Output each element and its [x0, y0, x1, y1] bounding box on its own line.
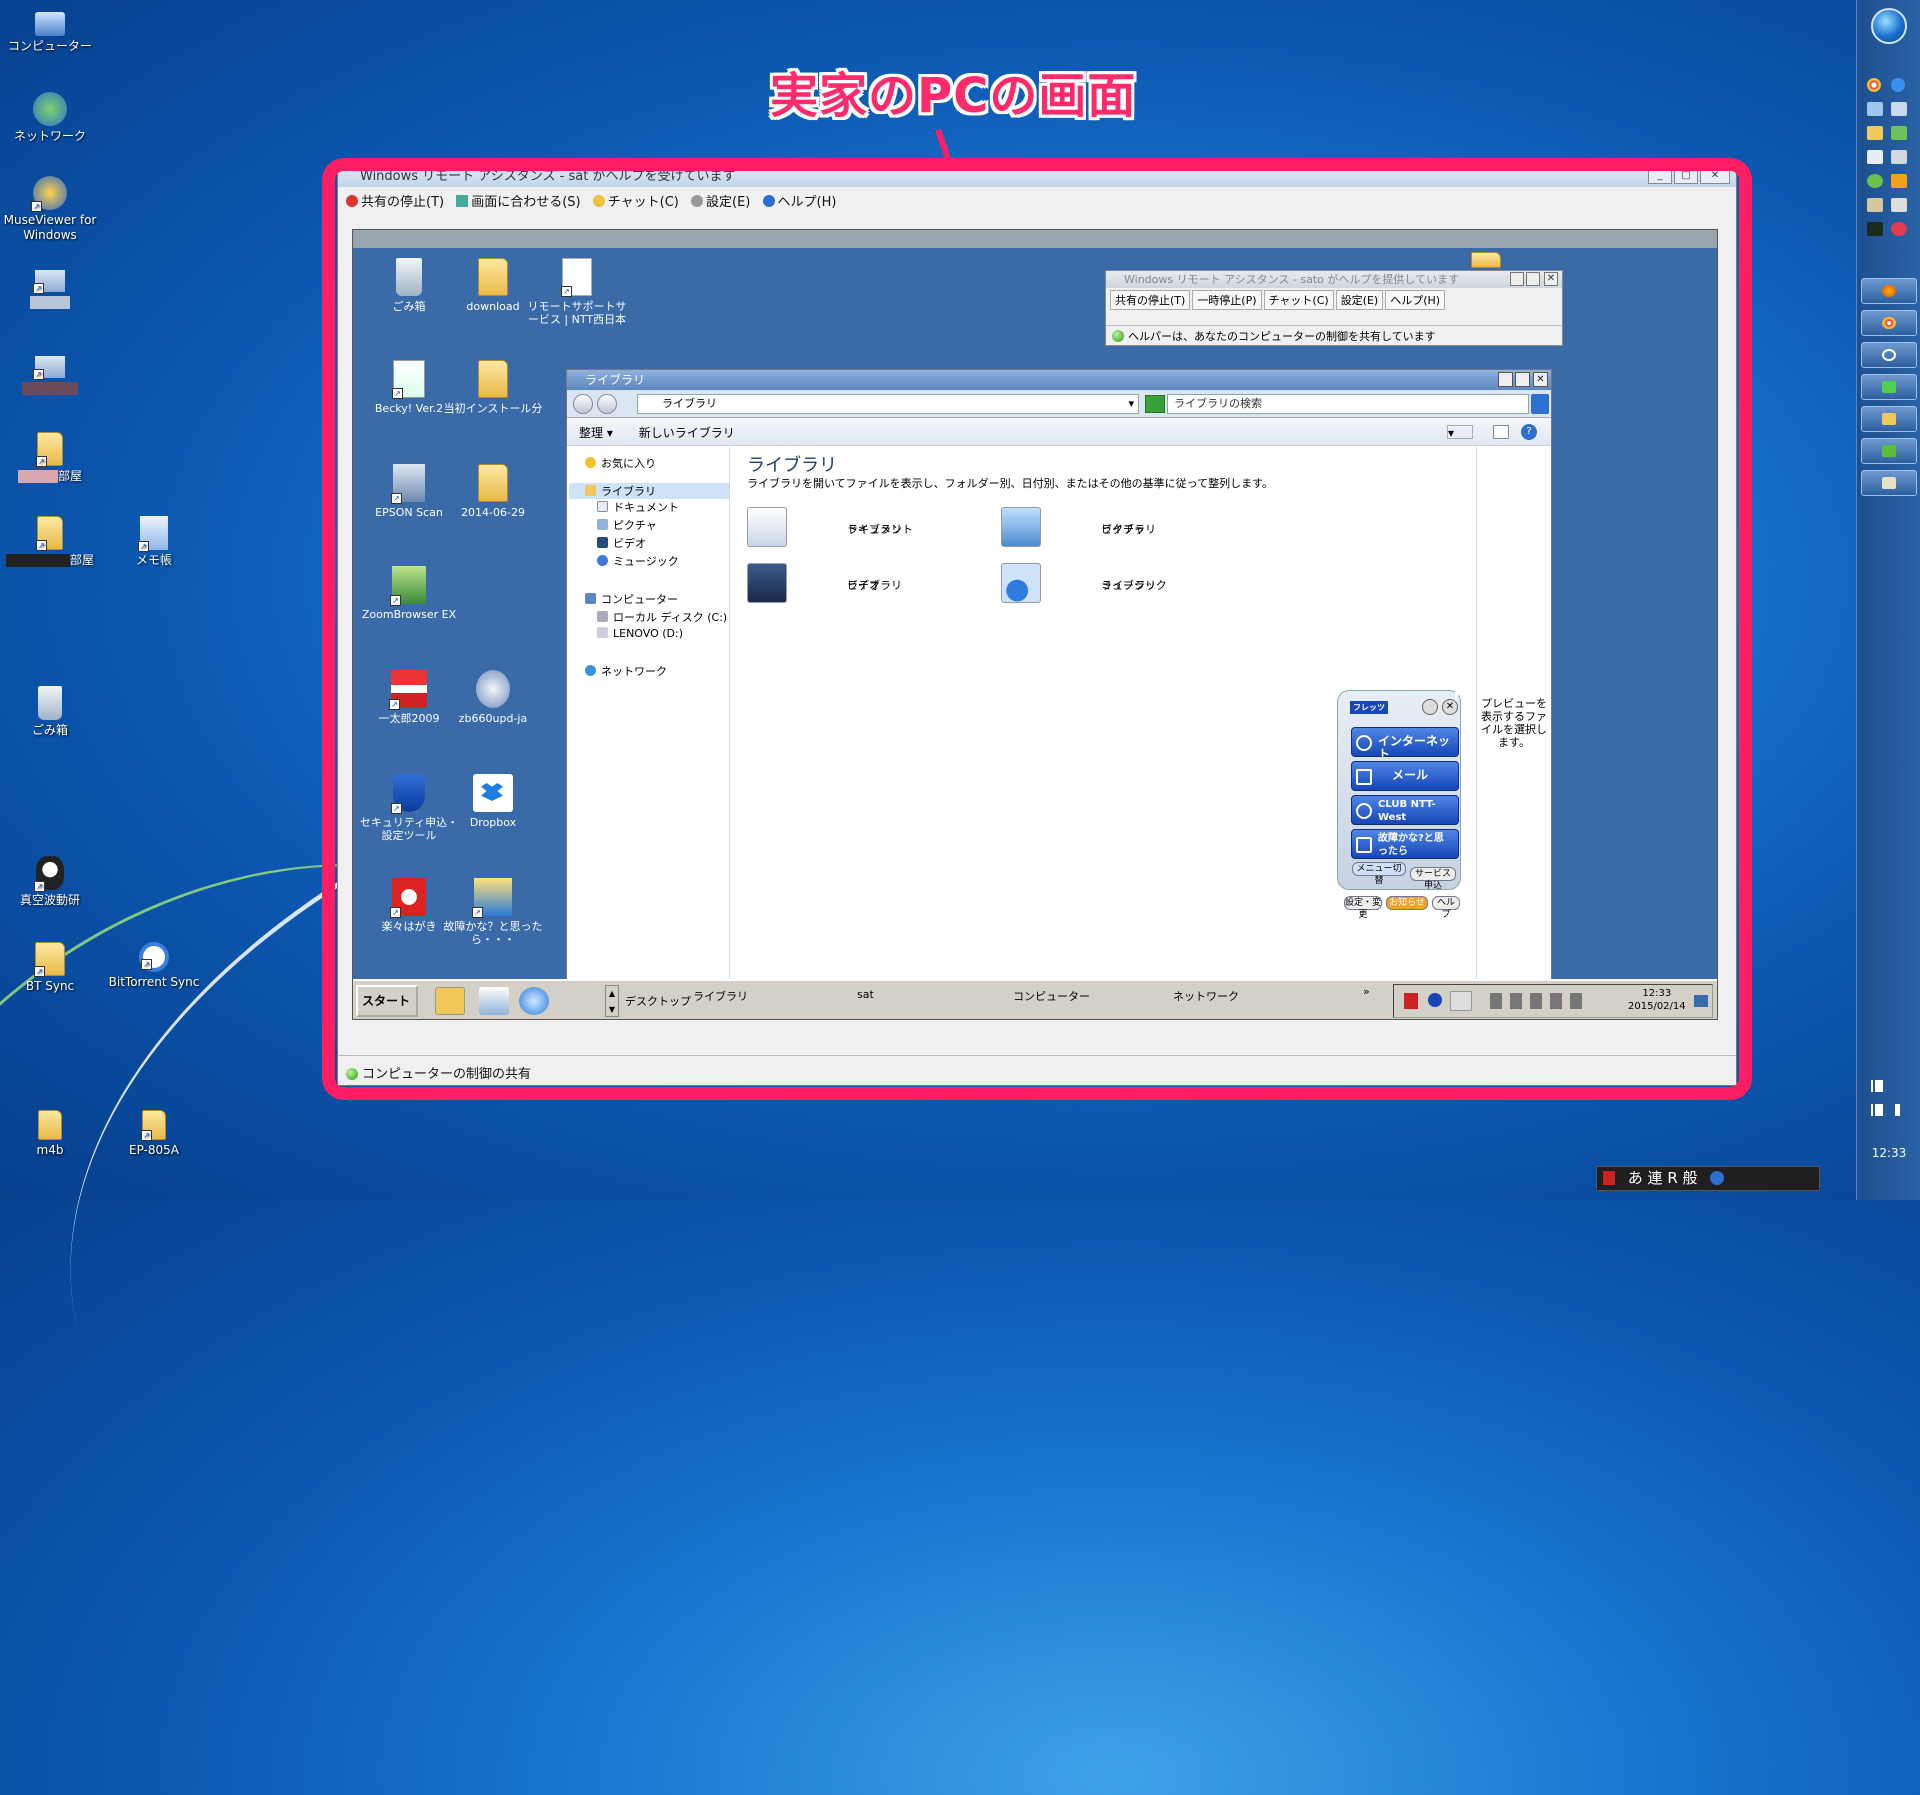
desktop-icon-notepad[interactable]: ↗ メモ帳	[104, 516, 204, 568]
folder-icon: ↗	[34, 942, 65, 977]
tray-network-icon[interactable]	[1871, 1104, 1883, 1116]
app-icon	[1882, 381, 1896, 393]
help-icon[interactable]	[1710, 1171, 1725, 1185]
taskbar-button-remote-assistance[interactable]	[1861, 438, 1917, 464]
taskbar-button-explorer[interactable]	[1861, 406, 1917, 432]
folder-icon	[38, 1110, 62, 1140]
penguin-icon: ↗	[34, 856, 64, 892]
taskbar-button-app[interactable]	[1861, 374, 1917, 400]
tray-volume-icon[interactable]	[1895, 1104, 1907, 1116]
remote-assistance-icon	[1882, 445, 1896, 457]
tray-clock[interactable]: 12:33	[1857, 1146, 1920, 1160]
folder-icon[interactable]	[1867, 126, 1883, 140]
folder-icon: ↗	[36, 516, 63, 551]
desktop-icon-shinku[interactable]: ↗ 真空波動研	[0, 856, 100, 908]
desktop-icon-computer[interactable]: コンピューター	[0, 8, 100, 54]
computer-icon	[35, 12, 65, 36]
redacted-label	[30, 296, 70, 309]
taskbar-button-chrome[interactable]	[1861, 310, 1917, 336]
app-icon[interactable]	[1867, 102, 1883, 116]
shortcut-icon: ↗	[33, 270, 65, 294]
taskbar-button-firefox[interactable]	[1861, 278, 1917, 304]
taskbar-button-app[interactable]	[1861, 470, 1917, 496]
sync-icon: ↗	[139, 942, 169, 972]
app-icon[interactable]	[1891, 174, 1907, 188]
taskbar-button-sync[interactable]	[1861, 342, 1917, 368]
app-icon[interactable]	[1891, 102, 1907, 116]
app-icon[interactable]	[1867, 222, 1883, 236]
firefox-icon	[1882, 285, 1896, 297]
app-icon[interactable]	[1867, 174, 1883, 188]
app-icon[interactable]	[1891, 150, 1907, 164]
app-icon[interactable]	[1891, 198, 1907, 212]
callout-title: 実家のPCの画面	[770, 68, 1137, 124]
desktop-icon-museviewer[interactable]: ↗ MuseViewer for Windows	[0, 176, 100, 243]
ime-language-bar[interactable]: あ 連 R 般	[1596, 1166, 1820, 1191]
app-icon[interactable]	[1867, 150, 1883, 164]
desktop-icon-hidden-2[interactable]: ↗	[0, 356, 100, 396]
chrome-icon	[1882, 317, 1896, 329]
app-icon[interactable]	[1891, 222, 1907, 236]
app-icon[interactable]	[1891, 126, 1907, 140]
vertical-taskbar: 12:33	[1856, 0, 1920, 1200]
redacted-label	[22, 382, 78, 395]
museviewer-icon: ↗	[31, 176, 67, 212]
chrome-icon[interactable]	[1867, 78, 1881, 92]
adobe-icon	[1603, 1171, 1615, 1185]
shortcut-icon: ↗	[33, 356, 65, 380]
start-orb-icon[interactable]	[1871, 8, 1907, 44]
desktop-icon-hidden-1[interactable]: ↗	[0, 270, 100, 310]
redacted-label	[17, 470, 58, 483]
app-icon	[1882, 477, 1896, 489]
sync-icon	[1882, 349, 1896, 361]
desktop-icon-m4b[interactable]: m4b	[0, 1110, 100, 1158]
network-icon	[33, 92, 67, 126]
redacted-label	[5, 554, 70, 567]
desktop-icon-room-2[interactable]: ↗ 部屋	[0, 516, 100, 568]
desktop-icon-bt-sync[interactable]: ↗ BT Sync	[0, 942, 100, 994]
desktop-icon-ep805a[interactable]: ↗ EP-805A	[104, 1110, 204, 1158]
desktop-icon-network[interactable]: ネットワーク	[0, 92, 100, 144]
ie-icon[interactable]	[1891, 78, 1905, 92]
notepad-icon: ↗	[138, 516, 168, 552]
tray-flag-icon[interactable]	[1871, 1080, 1883, 1092]
folder-icon	[1882, 413, 1896, 425]
folder-icon: ↗	[36, 432, 63, 467]
desktop-icon-room-1[interactable]: ↗ 部屋	[0, 432, 100, 484]
app-icon[interactable]	[1867, 198, 1883, 212]
folder-icon: ↗	[141, 1110, 166, 1141]
recycle-bin-icon	[38, 686, 62, 720]
desktop-icon-bittorrent-sync[interactable]: ↗ BitTorrent Sync	[104, 942, 204, 990]
highlight-frame	[322, 158, 1752, 1100]
desktop-icon-recycle-bin[interactable]: ごみ箱	[0, 686, 100, 738]
